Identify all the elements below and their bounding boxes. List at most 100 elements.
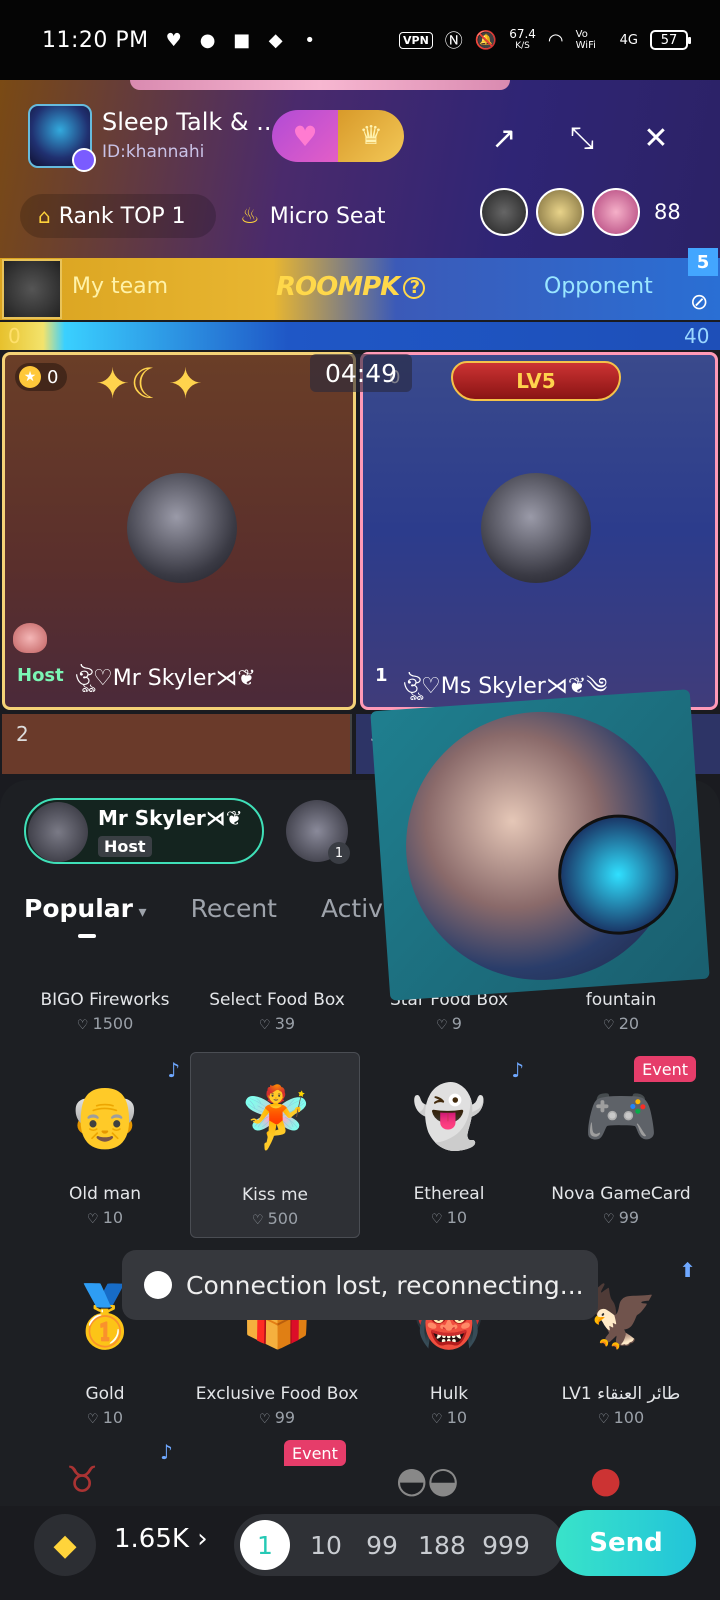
opponent-score: 40 xyxy=(684,324,710,348)
gift-item[interactable]: Star Food Box 9 xyxy=(364,990,534,1040)
gift-item[interactable]: ♪ 👴 Old man 10 xyxy=(20,1052,190,1238)
gift-price: 10 xyxy=(20,1208,190,1227)
selected-recipient[interactable]: Mr Skyler⋊❦ Host xyxy=(24,798,264,864)
home-icon: ⌂ xyxy=(38,204,51,228)
tab-recent[interactable]: Recent xyxy=(191,894,277,923)
pk-timer: 04:49 xyxy=(310,354,412,392)
viewer-list[interactable]: 88 xyxy=(480,188,681,236)
gift-item[interactable]: BIGO Fireworks 1500 xyxy=(20,990,190,1040)
opponent-avatar[interactable] xyxy=(481,473,591,583)
my-team-avatar[interactable] xyxy=(2,259,62,319)
minimize-icon[interactable]: ⤡ xyxy=(562,118,602,158)
qty-option[interactable]: 999 xyxy=(474,1531,538,1560)
micro-seat-pill[interactable]: ♨ Micro Seat xyxy=(228,194,398,238)
gift-row-partial: ♉ ♪ Event ◓◒ ● xyxy=(0,1440,720,1506)
my-team-label: My team xyxy=(72,274,169,299)
floating-avatar-sticker[interactable] xyxy=(370,689,710,1001)
close-icon[interactable]: ✕ xyxy=(636,118,676,158)
trophy-icon xyxy=(13,623,47,653)
mic-icon: ♪ xyxy=(160,1440,173,1464)
gift-item[interactable]: ♪ 👻 Ethereal 10 xyxy=(364,1052,534,1238)
moon-decoration-icon: ✦☾✦ xyxy=(95,359,204,408)
ghost-icon: 👻 xyxy=(411,1081,487,1152)
recipient-badge: 1 xyxy=(328,842,350,864)
room-avatar[interactable] xyxy=(28,104,96,172)
network-type: 4G xyxy=(619,32,638,48)
recipient-tag: Host xyxy=(98,836,152,857)
gift-price: 1500 xyxy=(20,1014,190,1033)
balance[interactable]: 1.65K › xyxy=(114,1524,208,1554)
upgrade-arrow-icon: ⬆ xyxy=(679,1258,696,1282)
gift-item[interactable]: Event 🎮 Nova GameCard 99 xyxy=(536,1052,706,1238)
qty-option[interactable]: 1 xyxy=(240,1520,290,1570)
gift-name: fountain xyxy=(585,990,657,1010)
net-speed-unit: K/S xyxy=(515,41,530,51)
gift-price: 20 xyxy=(536,1014,706,1033)
mute-icon: 🔕 xyxy=(474,29,498,51)
status-bar: 11:20 PM ♥ ● ■ ◆ • VPN Ⓝ 🔕 67.4 K/S ◠ Vo… xyxy=(0,0,720,80)
viewer-avatar[interactable] xyxy=(536,188,584,236)
vpn-icon: VPN xyxy=(399,31,433,49)
video-icon: ■ xyxy=(233,29,251,51)
my-score: 0 xyxy=(8,324,21,348)
nfc-icon: Ⓝ xyxy=(444,31,463,52)
viewer-avatar[interactable] xyxy=(592,188,640,236)
score-bar xyxy=(0,322,720,350)
gift-item[interactable]: Select Food Box 39 xyxy=(192,990,362,1040)
qty-option[interactable]: 10 xyxy=(298,1531,354,1560)
gift-name: Nova GameCard xyxy=(551,1184,691,1204)
gift-name: Ethereal xyxy=(413,1184,485,1204)
wifi-icon: ◠ xyxy=(547,29,564,51)
pk-level-badge: 5 xyxy=(688,248,718,276)
share-icon[interactable]: ↗ xyxy=(484,118,524,158)
roompk-title[interactable]: ROOMPK? xyxy=(276,272,426,302)
seat-2[interactable]: 2 xyxy=(2,714,352,774)
viewer-avatar[interactable] xyxy=(480,188,528,236)
gift-name: Select Food Box xyxy=(209,990,345,1010)
genie-icon: ♨ xyxy=(240,203,260,229)
wings-icon: ◓◒ xyxy=(396,1460,459,1501)
host-tag: Host xyxy=(17,665,64,686)
gift-name: Exclusive Food Box xyxy=(195,1384,359,1404)
gift-name: BIGO Fireworks xyxy=(40,990,170,1010)
room-title[interactable]: Sleep Talk & ... xyxy=(102,108,279,136)
host-avatar[interactable] xyxy=(127,473,237,583)
viewer-count[interactable]: 88 xyxy=(654,200,681,224)
gift-price: 9 xyxy=(364,1014,534,1033)
tab-popular[interactable]: Popular xyxy=(24,894,147,923)
room-badges[interactable]: ♥ ♛ xyxy=(272,110,404,162)
gift-item-selected[interactable]: 🧚 Kiss me 500 xyxy=(190,1052,360,1238)
qty-option[interactable]: 99 xyxy=(354,1531,410,1560)
gift-item[interactable]: fountain 20 xyxy=(536,990,706,1040)
gamecard-icon: 🎮 xyxy=(583,1081,659,1152)
coin-counter: ★ 0 xyxy=(15,363,67,391)
vowifi-label: Vo WiFi xyxy=(575,29,596,51)
status-time: 11:20 PM xyxy=(42,27,149,53)
horns-icon: ♉ xyxy=(66,1460,99,1501)
seat-host[interactable]: ★ 0 ✦☾✦ Host ঔৣ♡Mr Skyler⋊❦ xyxy=(2,352,356,710)
fairy-icon: 🧚 xyxy=(238,1082,314,1153)
recipient-option[interactable]: 1 xyxy=(286,800,350,864)
host-name: ঔৣ♡Mr Skyler⋊❦ xyxy=(75,666,256,691)
app-logo-icon xyxy=(144,1271,172,1299)
gift-price: 99 xyxy=(192,1408,362,1427)
connection-toast: Connection lost, reconnecting... xyxy=(122,1250,598,1320)
net-speed: 67.4 K/S xyxy=(509,28,536,52)
mic-icon: ♪ xyxy=(167,1058,180,1082)
seat-opponent[interactable]: LV5 0 1 ঔৣ♡Ms Skyler⋊❦༄ xyxy=(360,352,718,710)
rank-pill[interactable]: ⌂ Rank TOP 1 xyxy=(20,194,216,238)
gift-name: Kiss me xyxy=(241,1185,308,1205)
battery-level: 57 xyxy=(660,32,678,48)
speaker-muted-icon[interactable]: ⊘ xyxy=(690,290,708,315)
crown-icon: ♛ xyxy=(338,110,404,162)
net-speed-value: 67.4 xyxy=(509,27,536,41)
diamond-icon[interactable]: ◆ xyxy=(34,1514,96,1576)
old-man-icon: 👴 xyxy=(67,1081,143,1152)
micro-seat-label: Micro Seat xyxy=(269,203,386,229)
chevron-right-icon: › xyxy=(197,1524,208,1554)
heart-icon: ♥ xyxy=(165,29,182,51)
app-icon: ◆ xyxy=(268,29,283,51)
help-icon[interactable]: ? xyxy=(403,276,426,299)
qty-option[interactable]: 188 xyxy=(410,1531,474,1560)
send-button[interactable]: Send xyxy=(556,1510,696,1576)
